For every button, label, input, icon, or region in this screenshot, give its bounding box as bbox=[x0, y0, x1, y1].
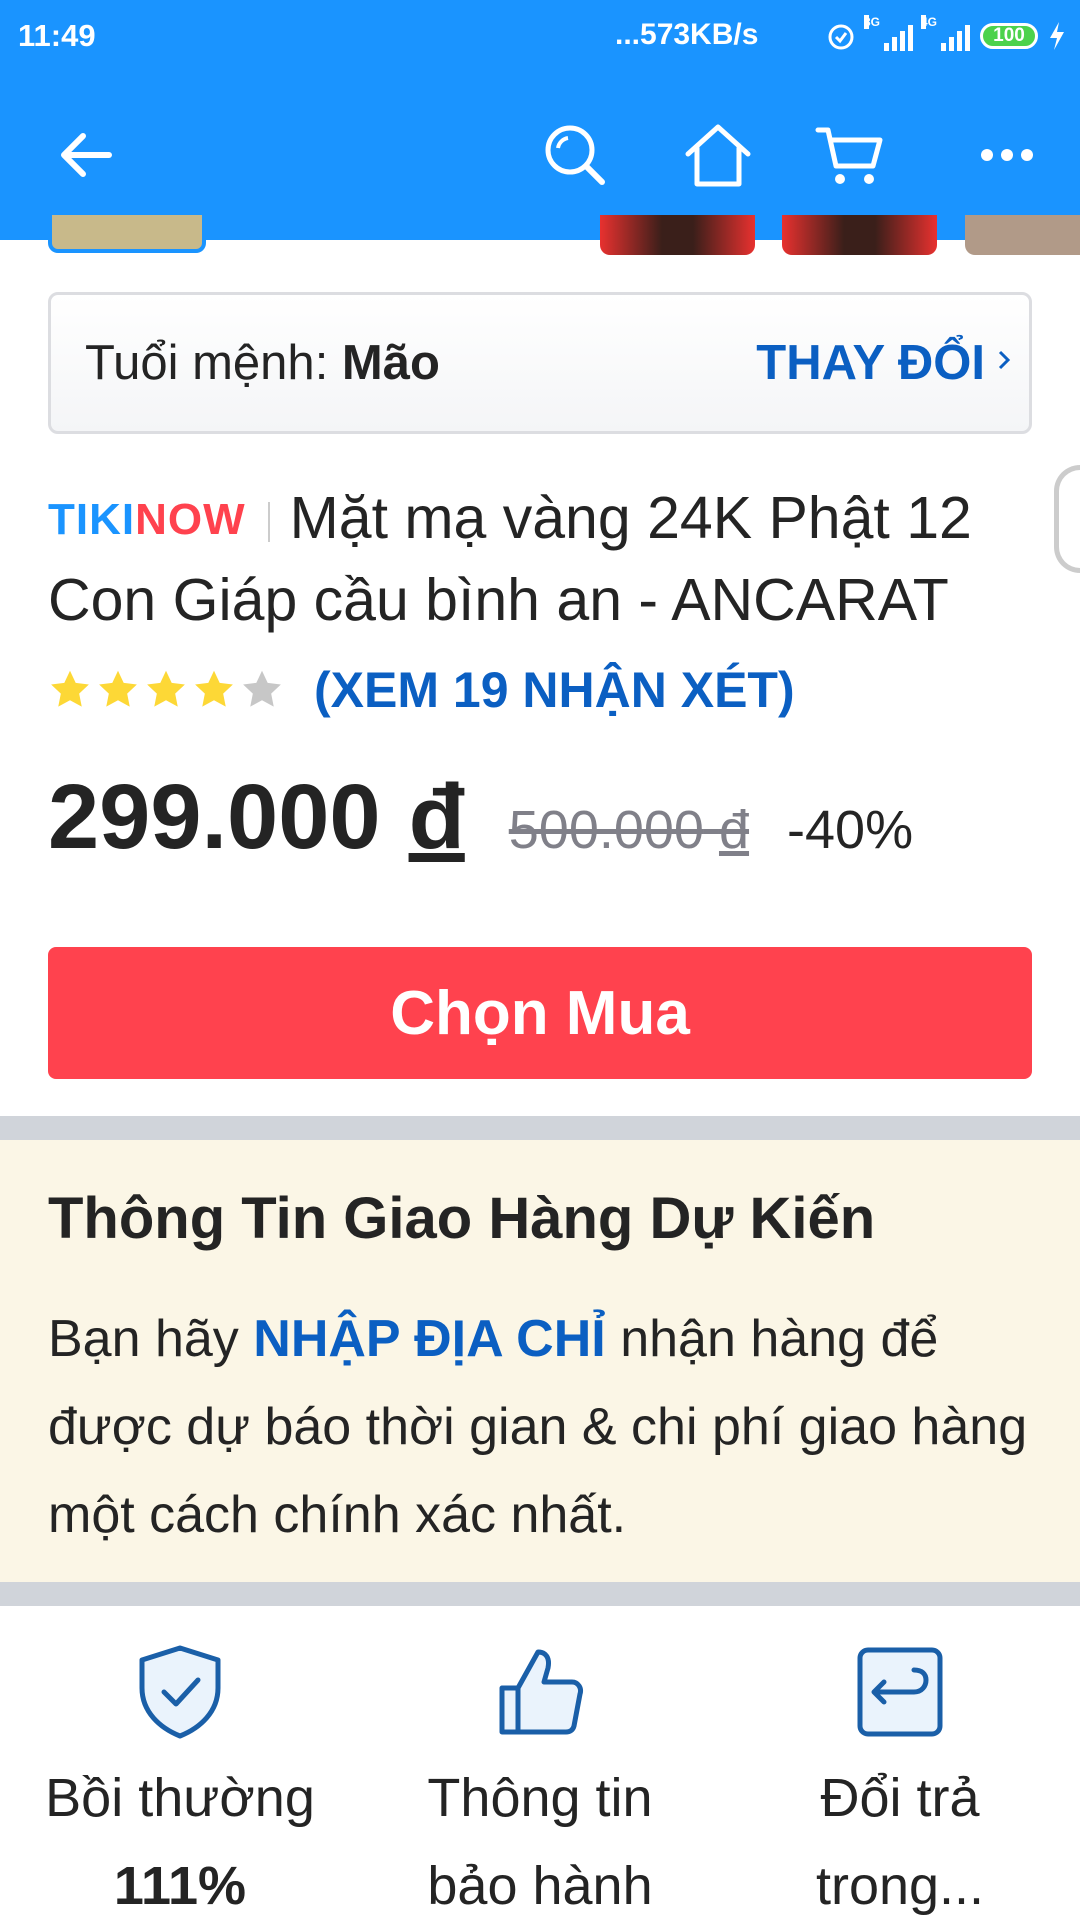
section-divider bbox=[0, 1582, 1080, 1606]
buy-button[interactable]: Chọn Mua bbox=[48, 947, 1032, 1079]
more-dots-icon bbox=[981, 149, 1033, 161]
feature-compensation-line1: Bồi thường bbox=[45, 1768, 315, 1828]
thumbs-up-icon bbox=[499, 1649, 583, 1735]
current-price-value: 299.000 bbox=[48, 766, 381, 868]
badge-separator bbox=[267, 502, 270, 542]
signal-4g-icon: 4G bbox=[921, 15, 970, 51]
service-features: Bồi thường 111% Thông tin bảo hành Đổi trả… bbox=[0, 1606, 1080, 1920]
feature-return-line1: Đổi trả bbox=[820, 1768, 980, 1828]
discount-badge: -40% bbox=[787, 800, 914, 860]
shield-check-icon bbox=[139, 1645, 221, 1739]
top-bar: 11:49 ...573KB/s 3G 4G 100 bbox=[0, 0, 1080, 240]
chevron-right-icon bbox=[998, 350, 1011, 370]
delivery-text-before: Bạn hãy bbox=[48, 1310, 254, 1368]
enter-address-link[interactable]: NHẬP ĐỊA CHỈ bbox=[253, 1310, 605, 1368]
cart-icon bbox=[815, 127, 883, 184]
star-icon bbox=[195, 670, 233, 707]
delivery-text: Bạn hãy NHẬP ĐỊA CHỈ nhận hàng để được d… bbox=[48, 1295, 1048, 1559]
old-price-value: 500.000 bbox=[508, 800, 704, 860]
star-icon bbox=[147, 670, 185, 707]
scroll-hint bbox=[1054, 465, 1080, 573]
battery-icon: 100 bbox=[980, 23, 1038, 49]
feature-compensation-line2: 111% bbox=[113, 1856, 247, 1916]
home-icon bbox=[685, 124, 751, 187]
feature-return-line2: trong... bbox=[815, 1856, 985, 1916]
signal-3g-label: 3G bbox=[864, 15, 881, 29]
more-button[interactable] bbox=[962, 95, 1052, 215]
rating-row: (XEM 19 NHẬN XÉT) bbox=[48, 660, 795, 720]
zodiac-selector[interactable]: Tuổi mệnh: Mão THAY ĐỔI bbox=[48, 292, 1032, 434]
signal-4g-label: 4G bbox=[921, 15, 938, 29]
zodiac-label: Tuổi mệnh: Mão bbox=[85, 335, 440, 391]
tikinow-part1: TIKI bbox=[48, 495, 136, 544]
old-price: 500.000 đ bbox=[509, 799, 749, 861]
network-speed: ...573KB/s bbox=[615, 18, 759, 51]
feature-compensation[interactable]: Bồi thường 111% bbox=[0, 1606, 360, 1920]
alarm-icon bbox=[828, 24, 854, 50]
tikinow-badge: TIKINOW bbox=[48, 480, 246, 560]
current-price: 299.000 đ bbox=[48, 765, 465, 870]
delivery-title: Thông Tin Giao Hàng Dự Kiến bbox=[48, 1186, 876, 1251]
status-time: 11:49 bbox=[18, 18, 96, 53]
star-icon bbox=[99, 670, 137, 707]
search-icon bbox=[545, 125, 605, 185]
status-icons: 3G 4G 100 bbox=[826, 15, 1066, 56]
feature-return[interactable]: Đổi trả trong... bbox=[720, 1606, 1080, 1920]
return-icon bbox=[857, 1647, 943, 1737]
section-divider bbox=[0, 1116, 1080, 1140]
feature-return-text: Đổi trả trong... bbox=[720, 1754, 1080, 1930]
feature-warranty[interactable]: Thông tin bảo hành bbox=[360, 1606, 720, 1920]
search-button[interactable] bbox=[530, 95, 620, 215]
arrow-left-icon bbox=[61, 133, 112, 177]
image-thumbnails bbox=[0, 215, 1080, 255]
app-bar bbox=[0, 95, 1080, 215]
feature-warranty-line2: bảo hành bbox=[427, 1856, 653, 1916]
product-title-block: TIKINOW Mặt mạ vàng 24K Phật 12 Con Giáp … bbox=[48, 478, 1008, 640]
home-button[interactable] bbox=[673, 95, 763, 215]
tikinow-part2: NOW bbox=[135, 495, 246, 544]
star-icon bbox=[51, 670, 89, 707]
star-empty-icon bbox=[243, 670, 281, 707]
back-button[interactable] bbox=[40, 95, 130, 215]
feature-warranty-text: Thông tin bảo hành bbox=[360, 1754, 720, 1930]
feature-compensation-text: Bồi thường 111% bbox=[0, 1754, 360, 1930]
cart-button[interactable] bbox=[805, 95, 895, 215]
thumbnail-1[interactable] bbox=[48, 215, 206, 253]
battery-level: 100 bbox=[993, 25, 1025, 46]
zodiac-value: Mão bbox=[341, 336, 440, 390]
zodiac-change-link[interactable]: THAY ĐỔI bbox=[756, 335, 985, 391]
status-bar: 11:49 ...573KB/s 3G 4G 100 bbox=[0, 0, 1080, 75]
delivery-info-section: Thông Tin Giao Hàng Dự Kiến Bạn hãy NHẬP… bbox=[0, 1140, 1080, 1582]
price-row: 299.000 đ 500.000 đ -40% bbox=[48, 765, 913, 875]
feature-warranty-line1: Thông tin bbox=[427, 1768, 653, 1828]
zodiac-label-text: Tuổi mệnh: bbox=[85, 336, 342, 390]
old-price-currency: đ bbox=[718, 800, 750, 860]
rating-stars bbox=[48, 668, 284, 712]
thumbnail-2[interactable] bbox=[600, 215, 755, 255]
signal-3g-icon: 3G bbox=[864, 15, 913, 51]
thumbnail-4[interactable] bbox=[965, 215, 1080, 255]
view-reviews-link[interactable]: (XEM 19 NHẬN XÉT) bbox=[314, 661, 795, 719]
currency-symbol: đ bbox=[408, 766, 465, 868]
thumbnail-3[interactable] bbox=[782, 215, 937, 255]
charging-icon bbox=[1050, 22, 1064, 50]
